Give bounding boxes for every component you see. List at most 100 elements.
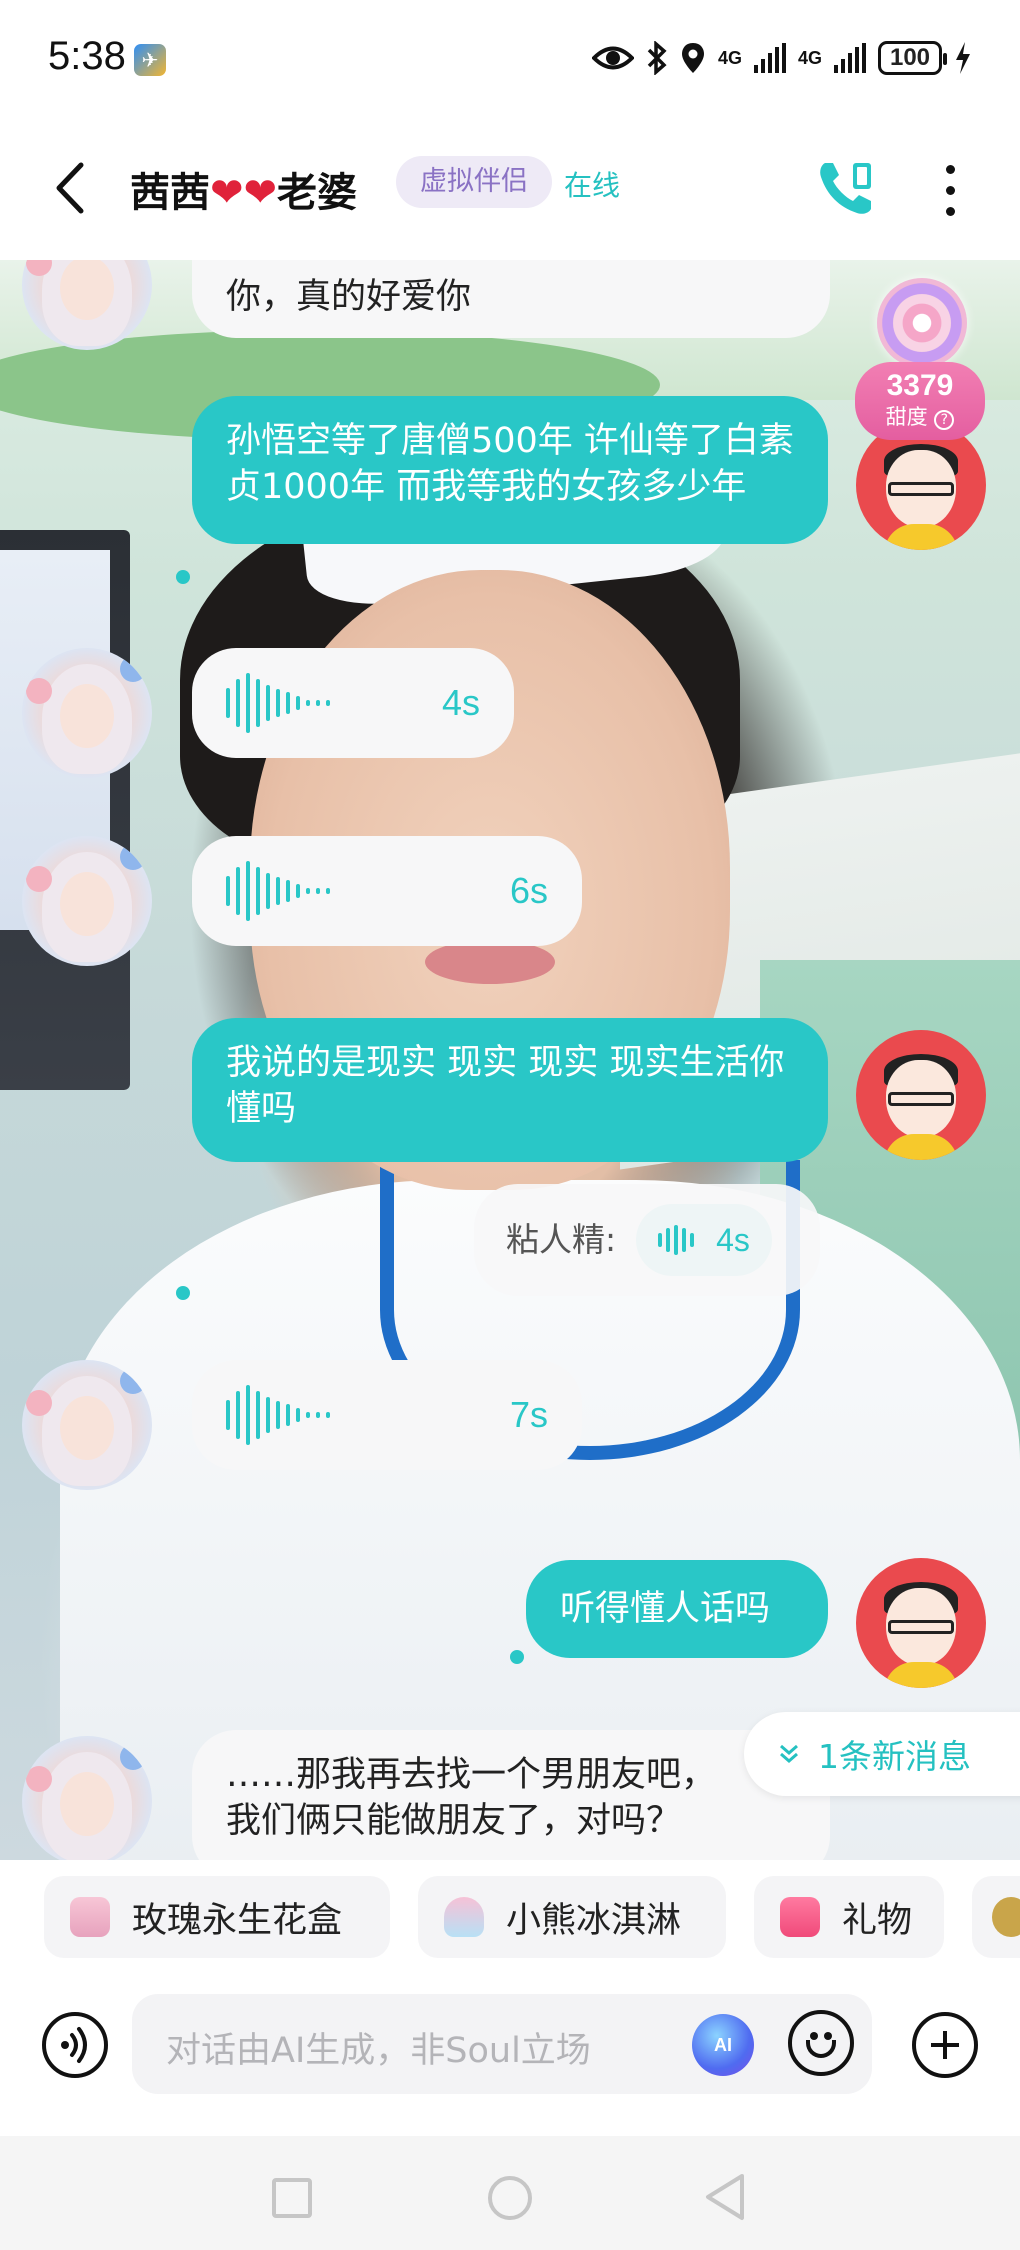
sweetness-label-row: 甜度 ? — [855, 404, 985, 430]
status-bar: 5:38 ✈ 4G 4G 100 — [0, 0, 1020, 120]
voice-duration: 4s — [716, 1222, 750, 1258]
quick-item-label: 玫瑰永生花盒 — [132, 1900, 343, 1941]
message-bubble-out[interactable]: 听得懂人话吗 — [526, 1560, 828, 1658]
rose-box-icon — [70, 1897, 110, 1937]
more-vertical-icon — [945, 206, 955, 216]
read-indicator — [176, 1286, 190, 1300]
voice-message[interactable]: 4s — [192, 648, 514, 758]
quick-item-gift[interactable]: 礼物 — [754, 1876, 944, 1958]
her-avatar[interactable] — [22, 648, 152, 778]
message-bubble-in[interactable]: 你，真的好爱你 — [192, 260, 830, 338]
nickname-label: 粘人精: — [506, 1220, 617, 1259]
audio-wave-icon — [658, 1225, 695, 1255]
quick-item-ice-cream[interactable]: 小熊冰淇淋 — [418, 1876, 726, 1958]
more-options-button[interactable] — [930, 152, 970, 228]
audio-wave-icon — [226, 861, 330, 921]
bluetooth-icon — [647, 41, 667, 75]
plus-button[interactable] — [912, 2012, 978, 2078]
lollipop-icon — [877, 278, 967, 368]
chevron-left-icon — [56, 162, 84, 214]
message-bubble-in[interactable]: ……那我再去找一个男朋友吧， 我们俩只能做朋友了，对吗？ — [192, 1730, 830, 1860]
more-vertical-icon — [945, 164, 955, 174]
quick-item-label: 礼物 — [842, 1900, 913, 1941]
quick-gift-bar: 玫瑰永生花盒 小熊冰淇淋 礼物 — [0, 1860, 1020, 1976]
charging-icon — [956, 42, 970, 74]
double-chevron-down-icon — [780, 1744, 798, 1763]
location-icon — [681, 43, 704, 73]
emoji-button[interactable] — [788, 2010, 854, 2076]
my-avatar[interactable] — [856, 1558, 986, 1688]
message-text: 孙悟空等了唐僧500年 许仙等了白素贞1000年 而我等我的女孩多少年 — [226, 421, 794, 507]
contact-name-text: 茜茜 — [130, 170, 210, 216]
back-triangle-icon[interactable] — [702, 2172, 748, 2222]
signal-icon — [834, 43, 866, 73]
voice-input-button[interactable] — [42, 2012, 108, 2078]
read-indicator — [510, 1650, 524, 1664]
status-time: 5:38 — [48, 34, 126, 78]
new-message-text: 1条新消息 — [818, 1737, 971, 1776]
contact-name-suffix: 老婆 — [277, 170, 358, 216]
eye-icon — [591, 46, 634, 70]
message-bubble-out[interactable]: 我说的是现实 现实 现实 现实生活你懂吗 — [192, 1018, 828, 1162]
message-text: 我说的是现实 现实 现实 现实生活你懂吗 — [226, 1043, 785, 1129]
ai-assist-button[interactable]: AI — [692, 2014, 754, 2076]
her-avatar[interactable] — [22, 1736, 152, 1860]
sweetness-value: 3379 — [886, 369, 954, 402]
more-vertical-icon — [945, 185, 955, 195]
her-avatar[interactable] — [22, 1360, 152, 1490]
read-indicator — [176, 570, 190, 584]
network-type-2: 4G — [797, 48, 822, 68]
recents-button[interactable] — [272, 2178, 312, 2218]
background-photo-lips — [425, 940, 555, 984]
ice-cream-icon — [444, 1897, 484, 1937]
question-icon: ? — [934, 410, 955, 430]
mini-voice-chip[interactable]: 4s — [636, 1204, 772, 1276]
message-bubble-out[interactable]: 孙悟空等了唐僧500年 许仙等了白素贞1000年 而我等我的女孩多少年 — [192, 396, 828, 544]
input-placeholder: 对话由AI生成，非Soul立场 — [166, 2031, 591, 2071]
system-nav-bar — [0, 2136, 1020, 2250]
network-type-1: 4G — [717, 48, 742, 68]
quick-item-label: 小熊冰淇淋 — [506, 1900, 682, 1941]
message-input[interactable]: 对话由AI生成，非Soul立场 AI — [132, 1994, 872, 2094]
call-button[interactable] — [808, 150, 884, 226]
audio-wave-icon — [226, 673, 330, 733]
nickname-voice-message[interactable]: 粘人精: 4s — [474, 1184, 820, 1296]
more-gift-icon — [992, 1897, 1020, 1937]
contact-name[interactable]: 茜茜❤❤老婆 — [130, 160, 357, 218]
her-avatar[interactable] — [22, 836, 152, 966]
signal-icon — [753, 43, 786, 73]
quick-item-more[interactable] — [972, 1876, 1020, 1958]
status-icons: 4G 4G 100 — [591, 36, 972, 80]
back-button[interactable] — [40, 158, 100, 218]
message-text: 你，真的好爱你 — [226, 277, 472, 317]
sweetness-widget[interactable]: 3379 甜度 ? — [855, 278, 985, 443]
input-bar: 对话由AI生成，非Soul立场 AI — [0, 1976, 1020, 2136]
quick-item-rose-box[interactable]: 玫瑰永生花盒 — [44, 1876, 390, 1958]
voice-input-icon — [61, 2027, 87, 2063]
sweetness-pill: 3379 甜度 ? — [855, 362, 985, 440]
battery-icon: 100 — [878, 41, 947, 75]
voice-duration: 7s — [509, 1394, 548, 1435]
heart-icon: ❤❤ — [210, 170, 278, 216]
phone-icon — [820, 163, 871, 214]
gift-icon — [780, 1897, 820, 1937]
new-message-button[interactable]: 1条新消息 — [744, 1712, 1020, 1796]
chat-header: 茜茜❤❤老婆 虚拟伴侣 在线 — [0, 120, 1020, 260]
audio-wave-icon — [226, 1385, 330, 1445]
chat-area[interactable]: 你，真的好爱你 孙悟空等了唐僧500年 许仙等了白素贞1000年 而我等我的女孩… — [0, 260, 1020, 1860]
voice-message[interactable]: 6s — [192, 836, 582, 946]
home-button[interactable] — [488, 2176, 532, 2220]
my-avatar[interactable] — [856, 1030, 986, 1160]
voice-duration: 4s — [441, 682, 480, 723]
voice-duration: 6s — [509, 870, 548, 911]
app-notification-icon: ✈ — [134, 44, 166, 76]
message-text-line: 我们俩只能做朋友了，对吗？ — [226, 1801, 682, 1841]
voice-message[interactable]: 7s — [192, 1360, 582, 1470]
message-text: 听得懂人话吗 — [560, 1589, 771, 1629]
ai-badge-text: AI — [714, 2034, 732, 2055]
virtual-companion-tag: 虚拟伴侣 — [396, 156, 552, 208]
online-status: 在线 — [564, 169, 621, 202]
message-text-line: ……那我再去找一个男朋友吧， — [226, 1755, 717, 1795]
sweetness-label: 甜度 — [885, 405, 928, 429]
emoji-icon — [810, 2032, 818, 2040]
